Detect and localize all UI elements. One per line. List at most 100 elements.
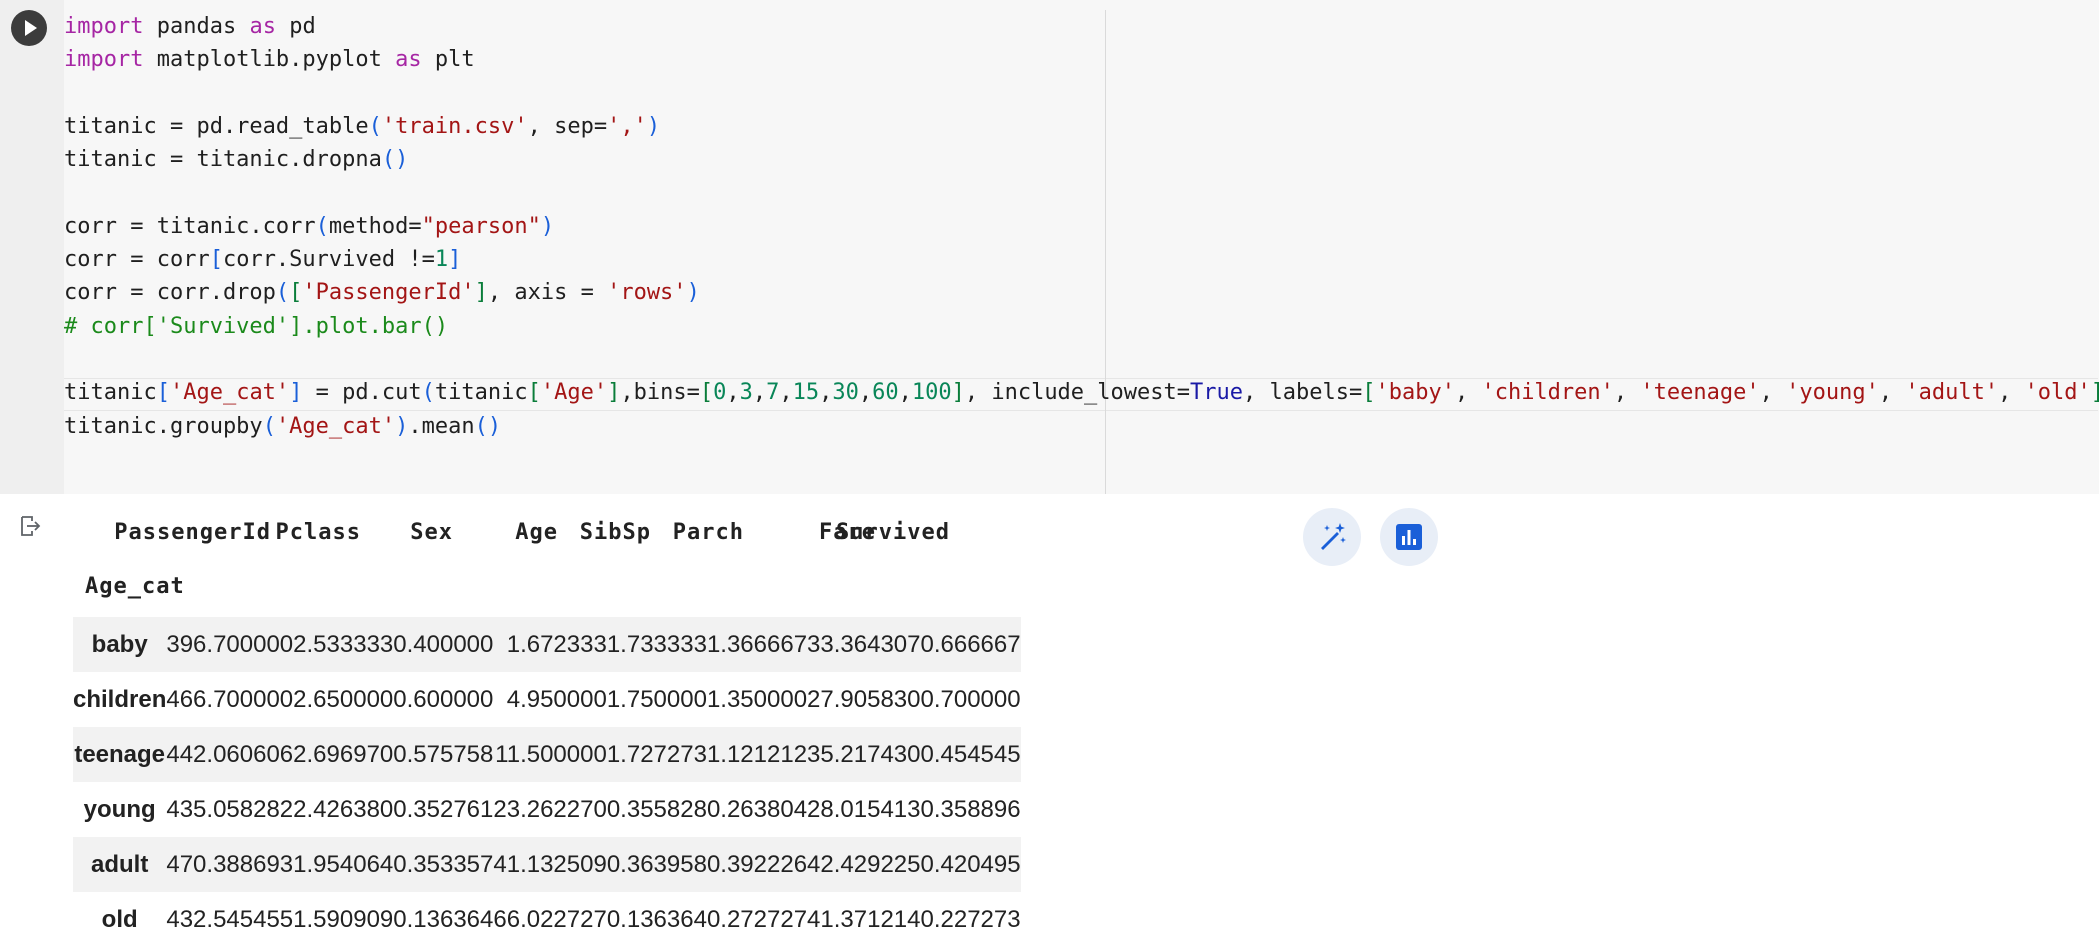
code-token: ] xyxy=(607,380,621,406)
code-line[interactable]: corr = corr.drop(['PassengerId'], axis =… xyxy=(64,276,2099,309)
code-line[interactable]: titanic = pd.read_table('train.csv', sep… xyxy=(64,110,2099,143)
table-cell: 0.355828 xyxy=(606,795,707,823)
code-token: () xyxy=(474,413,502,439)
code-token: 7 xyxy=(766,380,780,406)
table-cell: 0.358896 xyxy=(920,795,1021,823)
table-row: old 432.545455 1.590909 0.136364 66.022727 0.… xyxy=(73,892,1021,947)
code-token: ( xyxy=(315,213,329,239)
table-cell: 0.575758 xyxy=(393,740,494,768)
code-line[interactable]: titanic.groupby('Age_cat').mean() xyxy=(64,410,2099,443)
code-token: as xyxy=(395,47,422,73)
index-name: Age_cat xyxy=(85,574,185,599)
code-token: matplotlib.pyplot xyxy=(143,47,396,73)
code-token: titanic = pd.read_table xyxy=(64,113,369,139)
code-token: 'Age' xyxy=(540,380,608,406)
table-cell: 35.217430 xyxy=(807,740,921,768)
table-cell: 0.227273 xyxy=(920,905,1021,933)
code-token: as xyxy=(249,14,276,39)
code-token: ',' xyxy=(607,113,647,139)
code-line[interactable]: import pandas as pd xyxy=(64,10,2099,43)
code-token: ] xyxy=(289,380,303,406)
table-cell: 1.121212 xyxy=(706,740,808,768)
table-cell: 4.950000 xyxy=(506,685,607,713)
table-cell: 1.350000 xyxy=(706,685,808,713)
code-line[interactable]: corr = corr[corr.Survived !=1] xyxy=(64,243,2099,276)
table-cell: 470.388693 xyxy=(166,850,294,878)
code-token: , xyxy=(858,380,873,406)
row-label: baby xyxy=(91,630,148,658)
table-cell: 2.650000 xyxy=(293,685,394,713)
table-cell: 1.954064 xyxy=(293,850,394,878)
code-token: ] xyxy=(2091,380,2099,405)
bar-chart-icon xyxy=(1396,524,1422,550)
code-editor[interactable]: import pandas as pd import matplotlib.pyp… xyxy=(64,10,2099,443)
code-cell[interactable]: import pandas as pd import matplotlib.pyp… xyxy=(0,0,2099,494)
code-token: = pd.cut xyxy=(302,380,422,406)
code-token: pd xyxy=(275,14,316,39)
table-cell: 41.371214 xyxy=(807,905,921,933)
row-label: old xyxy=(101,905,138,933)
code-token: , xyxy=(779,380,793,406)
code-token: ,bins= xyxy=(620,380,700,406)
table-cell: 42.429225 xyxy=(807,850,921,878)
code-token: .mean xyxy=(408,413,475,439)
code-line[interactable]: import matplotlib.pyplot as plt xyxy=(64,43,2099,76)
code-token: method= xyxy=(328,213,422,239)
code-line[interactable] xyxy=(64,176,2099,209)
code-token: , xyxy=(726,380,740,406)
code-token: ] xyxy=(474,280,488,306)
code-token: [ xyxy=(156,380,170,406)
code-token: , xyxy=(1998,380,2025,406)
table-row: teenage 442.060606 2.696970 0.575758 11.5000… xyxy=(73,727,1021,782)
code-token: titanic.groupby xyxy=(64,413,263,439)
code-line[interactable] xyxy=(64,77,2099,110)
code-token: ( xyxy=(262,413,276,439)
code-token: plt xyxy=(421,47,475,73)
column-header: Survived xyxy=(836,520,950,545)
row-label: children xyxy=(73,685,167,713)
table-cell: 2.533333 xyxy=(293,630,394,658)
table-cell: 0.454545 xyxy=(920,740,1021,768)
table-cell: 1.672333 xyxy=(506,630,607,658)
code-token: titanic xyxy=(434,380,528,406)
table-cell: 0.363958 xyxy=(606,850,707,878)
table-row: children 466.700000 2.650000 0.600000 4.9500… xyxy=(73,672,1021,727)
code-line[interactable]: # corr['Survived'].plot.bar() xyxy=(64,310,2099,343)
table-cell: 466.700000 xyxy=(166,685,294,713)
code-line[interactable]: titanic['Age_cat'] = pd.cut(titanic['Age… xyxy=(64,376,2099,409)
code-token: ( xyxy=(368,113,382,139)
code-token: ) xyxy=(686,280,700,306)
table-cell: 41.132509 xyxy=(493,850,607,878)
output-arrow-icon[interactable] xyxy=(18,514,42,538)
code-token: ] xyxy=(951,380,965,406)
code-token: ( xyxy=(421,380,435,406)
code-token: 'teenage' xyxy=(1640,380,1760,406)
table-cell: 0.700000 xyxy=(920,685,1021,713)
table-cell: 11.500000 xyxy=(495,740,607,768)
code-line[interactable]: titanic = titanic.dropna() xyxy=(64,143,2099,176)
table-cell: 0.136364 xyxy=(393,905,494,933)
table-cell: 432.545455 xyxy=(166,905,294,933)
table-cell: 0.600000 xyxy=(393,685,494,713)
run-cell-button[interactable] xyxy=(11,10,47,46)
row-label: young xyxy=(83,795,156,823)
code-token: corr = corr.drop xyxy=(64,280,276,306)
suggest-chart-button[interactable] xyxy=(1380,508,1438,566)
code-token: 'PassengerId' xyxy=(302,280,475,306)
dataframe-table: baby 396.700000 2.533333 0.400000 1.672333 1.… xyxy=(73,617,1021,947)
code-token: 'baby' xyxy=(1375,380,1455,406)
code-token: , sep= xyxy=(527,113,608,139)
code-token: titanic = titanic.dropna xyxy=(64,147,382,173)
table-row: adult 470.388693 1.954064 0.353357 41.132509… xyxy=(73,837,1021,892)
code-line[interactable] xyxy=(64,343,2099,376)
code-token: 'Age_cat' xyxy=(275,413,396,439)
code-token: , xyxy=(1454,380,1482,406)
table-row: baby 396.700000 2.533333 0.400000 1.672333 1.… xyxy=(73,617,1021,672)
code-token: , axis = xyxy=(487,280,608,306)
magic-wand-button[interactable] xyxy=(1303,508,1361,566)
code-token: corr = corr xyxy=(64,247,210,273)
code-line[interactable]: corr = titanic.corr(method="pearson") xyxy=(64,210,2099,243)
table-cell: 2.696970 xyxy=(293,740,394,768)
table-row: young 435.058282 2.426380 0.352761 23.262270… xyxy=(73,782,1021,837)
code-token: [ xyxy=(1362,380,1376,406)
